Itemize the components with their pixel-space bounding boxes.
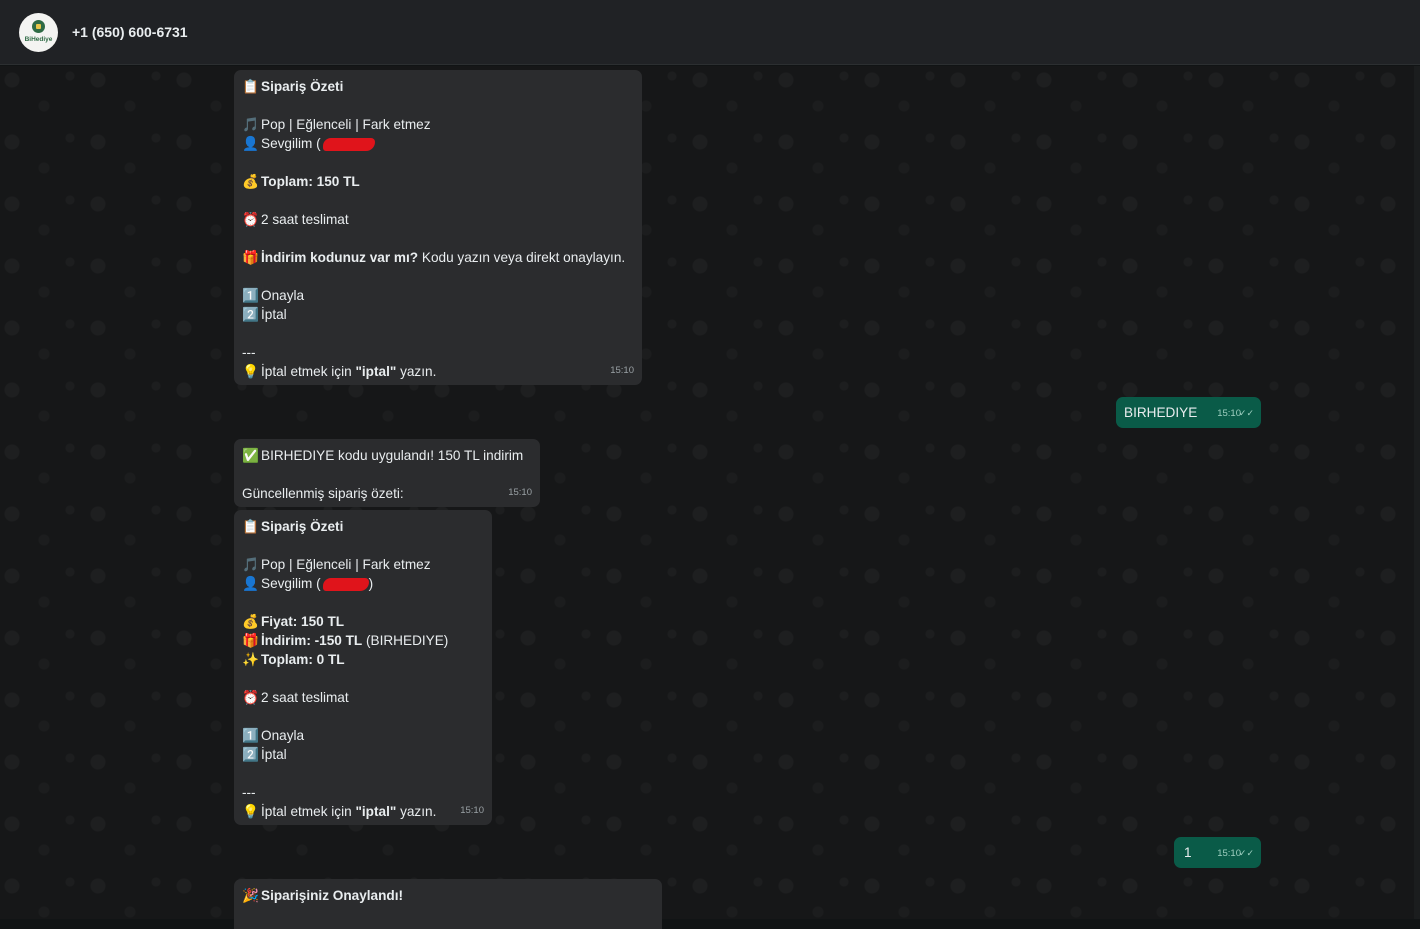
gift-icon: 🎁: [242, 633, 259, 648]
party-popper-icon: 🎉: [242, 888, 259, 903]
message-time: 15:10: [1217, 848, 1241, 859]
clipboard-icon: 📋: [242, 79, 259, 94]
alarm-clock-icon: ⏰: [242, 690, 259, 705]
light-bulb-icon: 💡: [242, 364, 259, 379]
message-time: 15:10: [460, 805, 484, 816]
discount-code-text: (BIRHEDIYE): [362, 633, 449, 648]
music-note-icon: 🎵: [242, 557, 259, 572]
cancel-hint-text: İptal etmek için: [261, 804, 356, 819]
option-confirm: Onayla: [261, 728, 305, 743]
delivery-text: 2 saat teslimat: [261, 690, 349, 705]
keycap-two-icon: 2️⃣: [242, 747, 259, 762]
clipboard-icon: 📋: [242, 519, 259, 534]
order-summary-title: Sipariş Özeti: [261, 79, 344, 94]
genre-text: Pop | Eğlenceli | Fark etmez: [261, 557, 431, 572]
person-icon: 👤: [242, 136, 259, 151]
incoming-message-order-summary: 📋 Sipariş Özeti 🎵 Pop | Eğlenceli | Fark e…: [234, 70, 642, 385]
cancel-hint-suffix: yazın.: [396, 364, 437, 379]
delivery-text: 2 saat teslimat: [261, 212, 349, 227]
code-applied-text: BIRHEDIYE kodu uygulandı! 150 TL indirim: [261, 448, 524, 463]
check-mark-icon: ✅: [242, 448, 259, 463]
separator-text: ---: [242, 345, 256, 360]
person-icon: 👤: [242, 576, 259, 591]
sparkles-icon: ✨: [242, 652, 259, 667]
option-cancel: İptal: [261, 747, 287, 762]
recipient-text: Sevgilim (: [261, 576, 321, 591]
music-note-icon: 🎵: [242, 117, 259, 132]
incoming-message-updated-summary: 📋 Sipariş Özeti 🎵 Pop | Eğlenceli | Fark e…: [234, 510, 492, 825]
keycap-one-icon: 1️⃣: [242, 288, 259, 303]
message-time: 15:10: [1217, 408, 1241, 419]
cancel-keyword: "iptal": [355, 364, 397, 379]
read-receipt-icon: ✓✓: [1238, 848, 1254, 858]
genre-text: Pop | Eğlenceli | Fark etmez: [261, 117, 431, 132]
redaction-mark: [322, 137, 375, 151]
outgoing-message-text: BIRHEDIYE: [1124, 405, 1198, 420]
avatar-logo-text: BiHediye: [24, 36, 53, 43]
incoming-message-code-applied: ✅ BIRHEDIYE kodu uygulandı! 150 TL indiri…: [234, 439, 540, 507]
alarm-clock-icon: ⏰: [242, 212, 259, 227]
keycap-one-icon: 1️⃣: [242, 728, 259, 743]
incoming-message-order-confirmed: 🎉 Siparişiniz Onaylandı!: [234, 879, 662, 929]
light-bulb-icon: 💡: [242, 804, 259, 819]
outgoing-message-confirm: 1 15:10 ✓✓: [1174, 837, 1261, 868]
option-confirm: Onayla: [261, 288, 305, 303]
outgoing-message-code: BIRHEDIYE 15:10 ✓✓: [1116, 397, 1261, 428]
contact-avatar[interactable]: BiHediye: [19, 13, 58, 52]
message-time: 15:10: [508, 487, 532, 498]
keycap-two-icon: 2️⃣: [242, 307, 259, 322]
money-bag-icon: 💰: [242, 174, 259, 189]
order-summary-title: Sipariş Özeti: [261, 519, 344, 534]
recipient-close: ): [368, 576, 374, 591]
cancel-keyword: "iptal": [355, 804, 397, 819]
outgoing-message-text: 1: [1184, 845, 1192, 860]
money-bag-icon: 💰: [242, 614, 259, 629]
chat-area: 📋 Sipariş Özeti 🎵 Pop | Eğlenceli | Fark e…: [0, 66, 1420, 929]
gift-icon: 🎁: [242, 250, 259, 265]
read-receipt-icon: ✓✓: [1238, 408, 1254, 418]
redaction-mark: [322, 577, 369, 591]
message-time: 15:10: [610, 365, 634, 376]
option-cancel: İptal: [261, 307, 287, 322]
cancel-hint-suffix: yazın.: [396, 804, 437, 819]
order-confirmed-title: Siparişiniz Onaylandı!: [261, 888, 404, 903]
recipient-text: Sevgilim (: [261, 136, 321, 151]
discount-question-text: Kodu yazın veya direkt onaylayın.: [418, 250, 626, 265]
separator-text: ---: [242, 785, 256, 800]
discount-question-bold: İndirim kodunuz var mı?: [261, 250, 419, 265]
discount-amount-text: İndirim: -150 TL: [261, 633, 363, 648]
chat-scrollbar[interactable]: [1414, 66, 1420, 919]
total-text: Toplam: 0 TL: [261, 652, 345, 667]
updated-summary-label: Güncellenmiş sipariş özeti:: [242, 486, 404, 501]
price-text: Fiyat: 150 TL: [261, 614, 345, 629]
contact-name[interactable]: +1 (650) 600-6731: [72, 24, 188, 40]
cancel-hint-text: İptal etmek için: [261, 364, 356, 379]
chat-header: BiHediye +1 (650) 600-6731: [0, 0, 1420, 65]
gift-box-logo-icon: [32, 20, 45, 33]
total-text: Toplam: 150 TL: [261, 174, 360, 189]
